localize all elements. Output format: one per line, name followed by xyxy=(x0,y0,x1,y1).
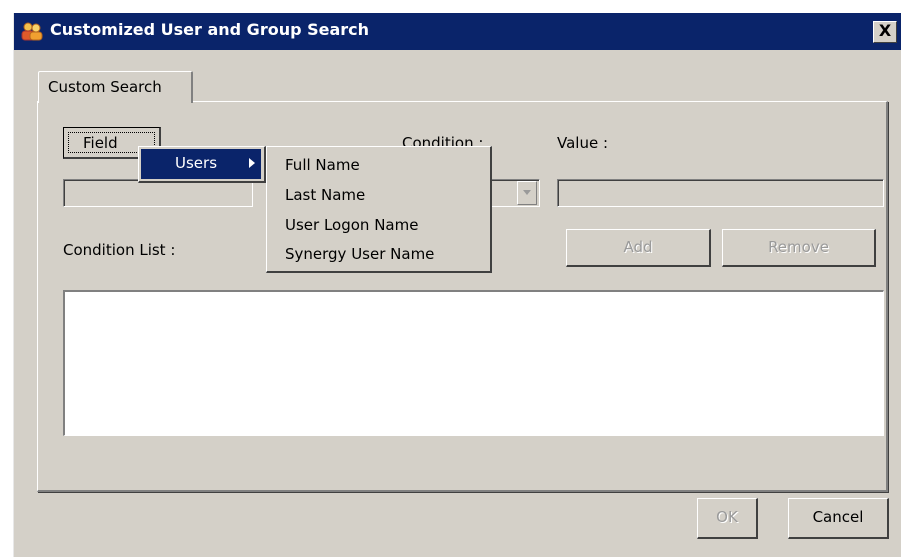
chevron-down-icon[interactable] xyxy=(517,181,537,205)
add-button[interactable]: Add xyxy=(566,229,711,267)
value-label: Value : xyxy=(557,134,609,152)
menu-item-full-name[interactable]: Full Name xyxy=(285,152,360,178)
field-context-menu: Users xyxy=(138,146,266,183)
field-input[interactable] xyxy=(63,179,253,207)
window-title: Customized User and Group Search xyxy=(50,20,370,39)
menu-item-users-label: Users xyxy=(175,154,218,172)
users-group-icon xyxy=(21,22,43,41)
value-input[interactable] xyxy=(557,179,884,207)
cancel-button[interactable]: Cancel xyxy=(788,498,889,539)
remove-button[interactable]: Remove xyxy=(722,229,876,267)
search-dialog: Customized User and Group Search X Custo… xyxy=(13,13,901,557)
chevron-right-icon xyxy=(249,158,255,168)
menu-item-last-name[interactable]: Last Name xyxy=(285,182,365,208)
tab-custom-search[interactable]: Custom Search xyxy=(38,71,193,103)
ok-button[interactable]: OK xyxy=(697,498,758,539)
close-button[interactable]: X xyxy=(873,21,897,43)
menu-item-user-logon-name[interactable]: User Logon Name xyxy=(285,212,418,238)
condition-list-label: Condition List : xyxy=(63,241,176,259)
menu-item-synergy-user-name[interactable]: Synergy User Name xyxy=(285,241,434,267)
users-submenu: Full Name Last Name User Logon Name Syne… xyxy=(266,146,492,273)
condition-list[interactable] xyxy=(63,290,884,436)
title-bar[interactable]: Customized User and Group Search X xyxy=(14,13,901,50)
menu-item-users[interactable]: Users xyxy=(141,149,261,179)
